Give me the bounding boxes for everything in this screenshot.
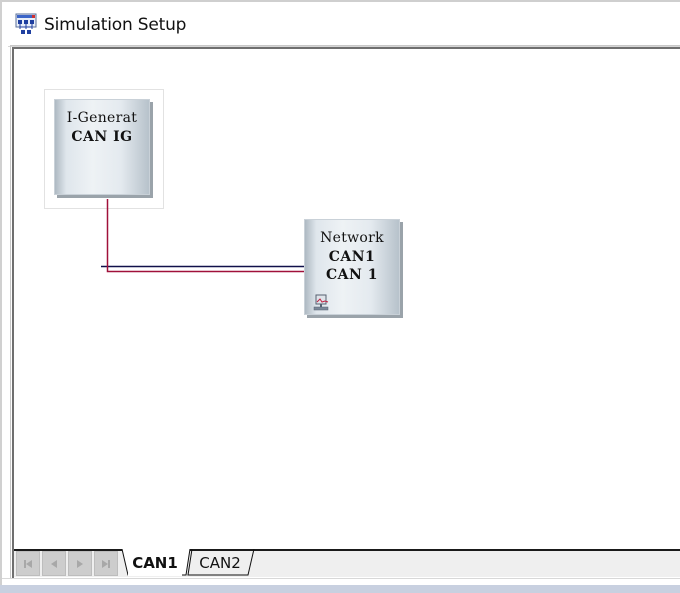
previous-page-icon: [51, 559, 57, 568]
network-channel-label: CAN 1: [326, 267, 378, 283]
window-title: Simulation Setup: [44, 15, 187, 35]
next-page-icon: [77, 559, 83, 568]
i-generator-type-label: I-Generat: [66, 110, 138, 126]
title-bar: Simulation Setup: [2, 2, 680, 46]
network-type-label: Network: [320, 230, 384, 246]
last-page-button[interactable]: [94, 551, 118, 576]
first-page-button[interactable]: [16, 551, 40, 576]
network-node-icon: [313, 294, 329, 311]
next-page-button[interactable]: [68, 551, 92, 576]
previous-page-button[interactable]: [42, 551, 66, 576]
last-page-icon: [102, 559, 110, 568]
network-name-label: CAN1: [328, 249, 376, 265]
network-setup-icon: [15, 13, 37, 34]
window-left-border: [0, 0, 2, 593]
tab-can1[interactable]: CAN1: [128, 549, 182, 576]
first-page-icon: [24, 559, 32, 568]
i-generator-name-label: CAN IG: [71, 129, 133, 145]
bottom-border: [0, 585, 680, 593]
sheet-tab-bar: CAN1 CAN2: [14, 549, 680, 577]
tab-can2[interactable]: CAN2: [194, 549, 246, 576]
i-generator-node[interactable]: I-Generat CAN IG: [54, 99, 150, 195]
status-area: [2, 578, 680, 584]
